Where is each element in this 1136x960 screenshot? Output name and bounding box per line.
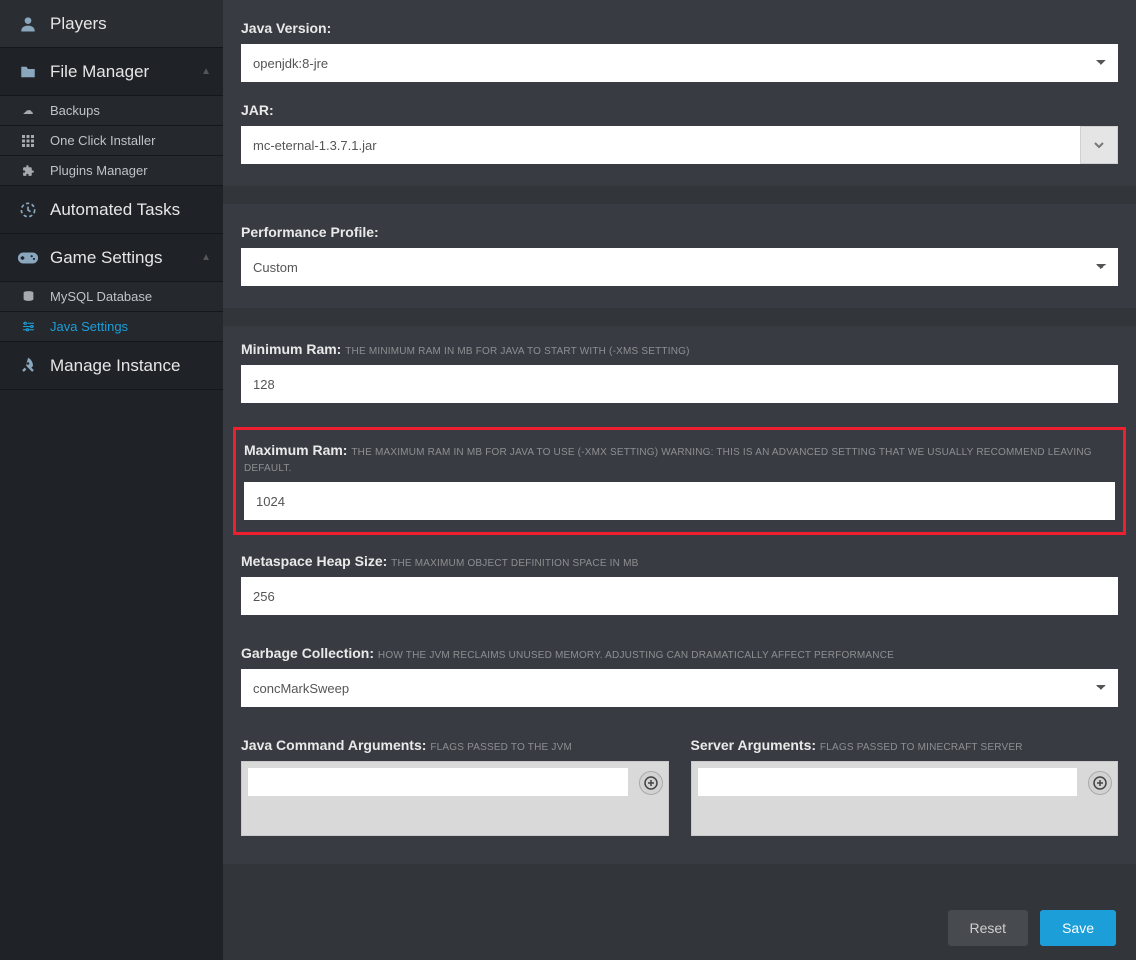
nav-plugins[interactable]: Plugins Manager	[0, 156, 223, 186]
folder-icon	[12, 63, 44, 81]
nav-players-label: Players	[50, 14, 107, 34]
nav-mysql[interactable]: MySQL Database	[0, 282, 223, 312]
gc-select[interactable]: concMarkSweep	[241, 669, 1118, 707]
min-ram-desc: THE MINIMUM RAM IN MB FOR JAVA TO START …	[345, 346, 689, 357]
java-args-input[interactable]	[248, 768, 628, 796]
max-ram-label: Maximum Ram: THE MAXIMUM RAM IN MB FOR J…	[244, 442, 1115, 474]
nav-manage-instance[interactable]: Manage Instance	[0, 342, 223, 390]
nav-mysql-label: MySQL Database	[50, 289, 152, 304]
server-args-label: Server Arguments: FLAGS PASSED TO MINECR…	[691, 737, 1119, 753]
java-args-add-button[interactable]	[639, 771, 663, 795]
server-args-box	[691, 761, 1119, 836]
button-bar: Reset Save	[223, 892, 1136, 960]
main-panel: Java Version: openjdk:8-jre JAR: Perform…	[223, 0, 1136, 960]
reset-button[interactable]: Reset	[948, 910, 1029, 946]
nav-plugins-label: Plugins Manager	[50, 163, 148, 178]
nav-automated-tasks-label: Automated Tasks	[50, 200, 180, 220]
database-icon	[12, 290, 44, 303]
automation-icon	[12, 200, 44, 220]
caret-up-icon: ▲	[201, 66, 211, 77]
max-ram-highlight: Maximum Ram: THE MAXIMUM RAM IN MB FOR J…	[233, 427, 1126, 535]
nav-oneclick[interactable]: One Click Installer	[0, 126, 223, 156]
nav-automated-tasks[interactable]: Automated Tasks	[0, 186, 223, 234]
jar-input[interactable]	[241, 126, 1118, 164]
nav-backups[interactable]: ☁ Backups	[0, 96, 223, 126]
nav-oneclick-label: One Click Installer	[50, 133, 155, 148]
java-version-select[interactable]: openjdk:8-jre	[241, 44, 1118, 82]
java-args-box	[241, 761, 669, 836]
section-java-jar: Java Version: openjdk:8-jre JAR:	[223, 0, 1136, 186]
player-icon	[12, 14, 44, 34]
puzzle-icon	[12, 164, 44, 177]
nav-java-settings-label: Java Settings	[50, 319, 128, 334]
perf-profile-label: Performance Profile:	[241, 224, 1118, 240]
min-ram-input[interactable]	[241, 365, 1118, 403]
nav-game-settings[interactable]: Game Settings ▲	[0, 234, 223, 282]
metaspace-desc: THE MAXIMUM OBJECT DEFINITION SPACE IN M…	[391, 558, 638, 569]
nav-backups-label: Backups	[50, 103, 100, 118]
metaspace-input[interactable]	[241, 577, 1118, 615]
grid-icon	[12, 135, 44, 147]
gc-desc: HOW THE JVM RECLAIMS UNUSED MEMORY. ADJU…	[378, 650, 894, 661]
sliders-icon	[12, 320, 44, 333]
nav-file-manager-label: File Manager	[50, 62, 149, 82]
nav-players[interactable]: Players	[0, 0, 223, 48]
java-args-desc: FLAGS PASSED TO THE JVM	[430, 742, 572, 753]
server-args-add-button[interactable]	[1088, 771, 1112, 795]
gamepad-icon	[12, 250, 44, 266]
section-performance: Performance Profile: Custom	[223, 204, 1136, 308]
gc-label: Garbage Collection: HOW THE JVM RECLAIMS…	[241, 645, 1118, 661]
min-ram-label: Minimum Ram: THE MINIMUM RAM IN MB FOR J…	[241, 341, 1118, 357]
nav-file-manager[interactable]: File Manager ▲	[0, 48, 223, 96]
nav-java-settings[interactable]: Java Settings	[0, 312, 223, 342]
nav-game-settings-label: Game Settings	[50, 248, 162, 268]
save-button[interactable]: Save	[1040, 910, 1116, 946]
caret-up-icon: ▲	[201, 252, 211, 263]
jar-label: JAR:	[241, 102, 1118, 118]
max-ram-input[interactable]	[244, 482, 1115, 520]
cloud-icon: ☁	[12, 104, 44, 117]
java-args-label: Java Command Arguments: FLAGS PASSED TO …	[241, 737, 669, 753]
server-args-desc: FLAGS PASSED TO MINECRAFT SERVER	[820, 742, 1023, 753]
java-version-label: Java Version:	[241, 20, 1118, 36]
max-ram-desc: THE MAXIMUM RAM IN MB FOR JAVA TO USE (-…	[244, 447, 1092, 474]
jar-dropdown-button[interactable]	[1080, 126, 1118, 164]
nav-manage-instance-label: Manage Instance	[50, 356, 180, 376]
perf-profile-select[interactable]: Custom	[241, 248, 1118, 286]
server-args-input[interactable]	[698, 768, 1078, 796]
rocket-icon	[12, 356, 44, 376]
sidebar: Players File Manager ▲ ☁ Backups One Cli…	[0, 0, 223, 960]
section-ram-gc: Minimum Ram: THE MINIMUM RAM IN MB FOR J…	[223, 326, 1136, 864]
metaspace-label: Metaspace Heap Size: THE MAXIMUM OBJECT …	[241, 553, 1118, 569]
